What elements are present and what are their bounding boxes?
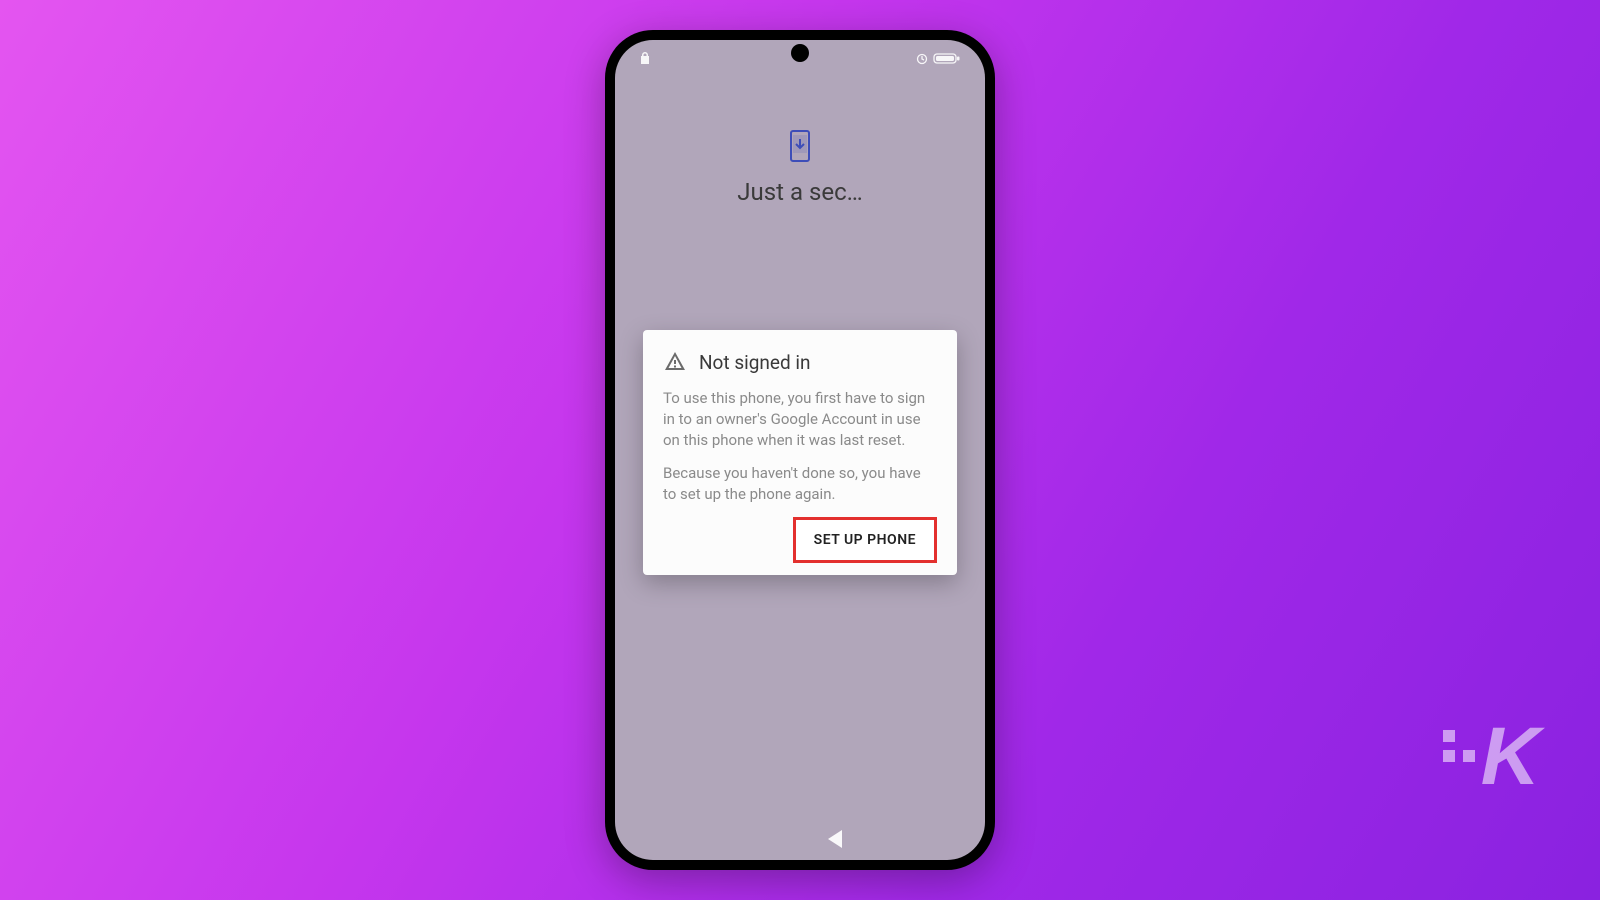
dialog-paragraph-1: To use this phone, you first have to sig… [663,388,937,451]
alarm-icon [915,51,929,65]
battery-icon [933,51,961,65]
camera-notch [791,44,809,62]
phone-frame: Just a sec… Not signed in To use this ph… [605,30,995,870]
lock-icon [639,51,651,65]
warning-icon [663,350,687,374]
page-title: Just a sec… [737,178,862,206]
header-area: Just a sec… [615,130,985,206]
watermark-dots-icon [1443,730,1475,762]
phone-download-icon [789,130,811,162]
watermark-logo: K [1443,724,1540,790]
navigation-bar [615,830,985,848]
status-right [915,51,961,65]
dialog-paragraph-2: Because you haven't done so, you have to… [663,463,937,505]
dialog-actions: SET UP PHONE [663,517,937,563]
status-left [639,51,651,65]
phone-screen: Just a sec… Not signed in To use this ph… [615,40,985,860]
watermark-letter: K [1481,724,1540,790]
dialog-header: Not signed in [663,350,937,374]
back-nav-icon[interactable] [828,830,842,848]
dialog-body: To use this phone, you first have to sig… [663,388,937,505]
set-up-phone-button[interactable]: SET UP PHONE [793,517,937,563]
dialog-title: Not signed in [699,351,811,374]
not-signed-in-dialog: Not signed in To use this phone, you fir… [643,330,957,575]
